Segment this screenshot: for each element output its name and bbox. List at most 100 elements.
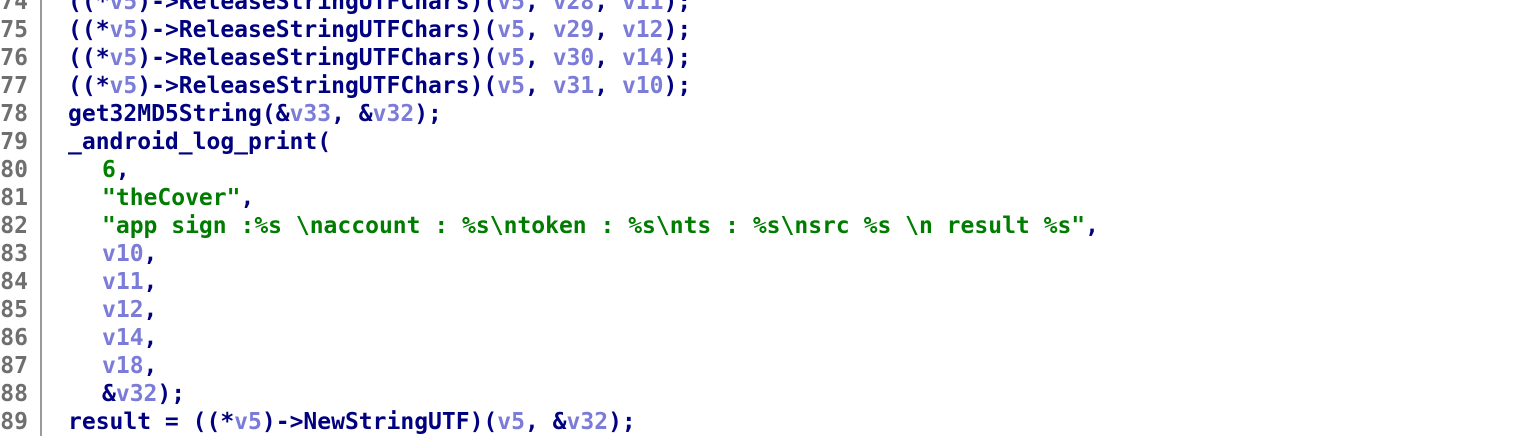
line-number: 83: [0, 241, 28, 267]
code-token[interactable]: )->ReleaseStringUTFChars)(: [137, 45, 497, 71]
code-token[interactable]: , &: [525, 409, 567, 435]
line-number: 82: [0, 213, 28, 239]
code-token[interactable]: ,: [594, 17, 622, 43]
variable-token[interactable]: v33: [290, 101, 332, 127]
variable-token[interactable]: v14: [102, 325, 144, 351]
code-text[interactable]: v10,: [102, 240, 157, 268]
code-token[interactable]: );: [663, 45, 691, 71]
code-token[interactable]: ,: [240, 185, 254, 211]
code-token[interactable]: ,: [525, 73, 553, 99]
code-text[interactable]: result = ((*v5)->NewStringUTF)(v5, &v32)…: [68, 408, 636, 436]
variable-token[interactable]: v5: [497, 17, 525, 43]
code-text[interactable]: ((*v5)->ReleaseStringUTFChars)(v5, v31, …: [68, 72, 691, 100]
variable-token[interactable]: v5: [497, 73, 525, 99]
variable-token[interactable]: v14: [622, 45, 664, 71]
variable-token[interactable]: v30: [553, 45, 595, 71]
code-editor[interactable]: 74 ((*v5)->ReleaseStringUTFChars)(v5, v28…: [0, 0, 1516, 436]
variable-token[interactable]: v11: [622, 0, 664, 15]
code-token[interactable]: ((*: [68, 17, 110, 43]
code-text[interactable]: v14,: [102, 324, 157, 352]
line-number: 81: [0, 185, 28, 211]
gutter-separator: [40, 0, 42, 436]
code-token[interactable]: )->ReleaseStringUTFChars)(: [137, 73, 497, 99]
code-token[interactable]: ((*: [68, 45, 110, 71]
variable-token[interactable]: v10: [622, 73, 664, 99]
code-token[interactable]: ,: [525, 17, 553, 43]
variable-token[interactable]: v32: [567, 409, 609, 435]
variable-token[interactable]: v29: [553, 17, 595, 43]
variable-token[interactable]: v5: [497, 409, 525, 435]
line-number: 74: [0, 0, 28, 15]
code-text[interactable]: v11,: [102, 268, 157, 296]
variable-token[interactable]: v28: [553, 0, 595, 15]
code-token[interactable]: ((*: [68, 0, 110, 15]
variable-token[interactable]: v5: [497, 45, 525, 71]
code-token[interactable]: )->ReleaseStringUTFChars)(: [137, 17, 497, 43]
variable-token[interactable]: v18: [102, 353, 144, 379]
string-literal-token[interactable]: "theCover": [102, 185, 240, 211]
code-token[interactable]: _android_log_print(: [68, 129, 331, 155]
line-number: 88: [0, 381, 28, 407]
variable-token[interactable]: v11: [102, 269, 144, 295]
variable-token[interactable]: v5: [110, 17, 138, 43]
variable-token[interactable]: v32: [116, 381, 158, 407]
line-number: 77: [0, 73, 28, 99]
line-number: 79: [0, 129, 28, 155]
code-token[interactable]: ,: [525, 45, 553, 71]
code-text[interactable]: "theCover",: [102, 184, 254, 212]
line-number: 84: [0, 269, 28, 295]
line-number: 78: [0, 101, 28, 127]
code-text[interactable]: get32MD5String(&v33, &v32);: [68, 100, 442, 128]
variable-token[interactable]: v12: [102, 297, 144, 323]
variable-token[interactable]: v32: [373, 101, 415, 127]
code-token[interactable]: &: [102, 381, 116, 407]
code-text[interactable]: ((*v5)->ReleaseStringUTFChars)(v5, v30, …: [68, 44, 691, 72]
variable-token[interactable]: v31: [553, 73, 595, 99]
code-token[interactable]: , &: [331, 101, 373, 127]
variable-token[interactable]: v5: [110, 73, 138, 99]
variable-token[interactable]: v12: [622, 17, 664, 43]
line-number: 85: [0, 297, 28, 323]
variable-token[interactable]: v5: [234, 409, 262, 435]
code-token[interactable]: result = ((*: [68, 409, 234, 435]
variable-token[interactable]: v5: [497, 0, 525, 15]
line-number: 75: [0, 17, 28, 43]
variable-token[interactable]: v5: [110, 45, 138, 71]
code-token[interactable]: );: [663, 0, 691, 15]
line-number: 87: [0, 353, 28, 379]
code-token[interactable]: ,: [144, 353, 158, 379]
code-token[interactable]: ,: [594, 45, 622, 71]
code-token[interactable]: );: [414, 101, 442, 127]
code-token[interactable]: ,: [525, 0, 553, 15]
code-token[interactable]: ,: [116, 157, 130, 183]
code-text[interactable]: ((*v5)->ReleaseStringUTFChars)(v5, v29, …: [68, 16, 691, 44]
variable-token[interactable]: v10: [102, 241, 144, 267]
code-token[interactable]: ,: [144, 325, 158, 351]
code-token[interactable]: ,: [144, 241, 158, 267]
code-token[interactable]: );: [663, 17, 691, 43]
code-token[interactable]: ,: [144, 269, 158, 295]
code-text[interactable]: v18,: [102, 352, 157, 380]
code-token[interactable]: ((*: [68, 73, 110, 99]
code-token[interactable]: ,: [1085, 213, 1099, 239]
code-token[interactable]: );: [608, 409, 636, 435]
code-token[interactable]: ,: [594, 0, 622, 15]
code-token[interactable]: get32MD5String(&: [68, 101, 290, 127]
code-token[interactable]: ,: [594, 73, 622, 99]
string-literal-token[interactable]: "app sign :%s \naccount : %s\ntoken : %s…: [102, 213, 1085, 239]
code-token[interactable]: );: [157, 381, 185, 407]
code-text[interactable]: v12,: [102, 296, 157, 324]
code-text[interactable]: "app sign :%s \naccount : %s\ntoken : %s…: [102, 212, 1099, 240]
code-text[interactable]: 6,: [102, 156, 130, 184]
line-number: 76: [0, 45, 28, 71]
code-token[interactable]: ,: [144, 297, 158, 323]
variable-token[interactable]: v5: [110, 0, 138, 15]
code-text[interactable]: _android_log_print(: [68, 128, 331, 156]
line-number: 89: [0, 409, 28, 435]
number-literal-token[interactable]: 6: [102, 157, 116, 183]
code-text[interactable]: ((*v5)->ReleaseStringUTFChars)(v5, v28, …: [68, 0, 691, 16]
code-token[interactable]: )->NewStringUTF)(: [262, 409, 497, 435]
code-token[interactable]: );: [663, 73, 691, 99]
code-text[interactable]: &v32);: [102, 380, 185, 408]
code-token[interactable]: )->ReleaseStringUTFChars)(: [137, 0, 497, 15]
